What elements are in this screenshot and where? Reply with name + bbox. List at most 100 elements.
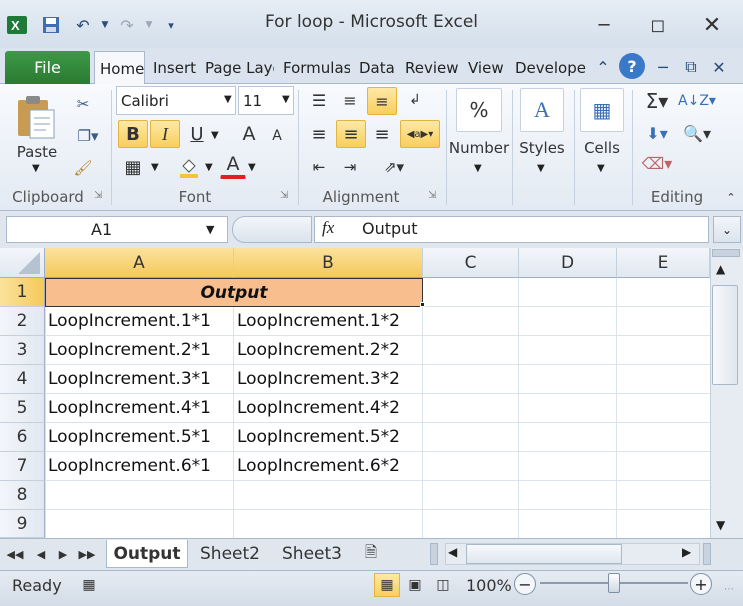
help-icon[interactable]: ? xyxy=(619,53,645,79)
underline-dropdown-icon[interactable]: ▼ xyxy=(211,130,219,141)
copy-icon[interactable]: ❐▾ xyxy=(70,123,106,149)
split-box[interactable] xyxy=(712,249,740,257)
file-tab[interactable]: File xyxy=(5,51,90,84)
font-name-dropdown-icon[interactable]: ▼ xyxy=(224,94,232,105)
cell-b5[interactable]: LoopIncrement.4*2 xyxy=(234,394,423,423)
tab-page-layout[interactable]: Page Layout xyxy=(200,53,274,83)
format-painter-icon[interactable]: 🖌 xyxy=(70,155,96,181)
tab-split-handle[interactable] xyxy=(430,543,438,565)
bold-button[interactable]: B xyxy=(118,120,148,148)
align-right-icon[interactable]: ≡ xyxy=(368,120,396,148)
cell-a6[interactable]: LoopIncrement.5*1 xyxy=(45,423,234,452)
scroll-down-icon[interactable]: ▼ xyxy=(716,518,725,532)
paste-icon[interactable] xyxy=(14,92,62,140)
workbook-close-icon[interactable]: ✕ xyxy=(706,54,732,80)
column-header-b[interactable]: B xyxy=(234,248,423,278)
align-center-icon[interactable]: ≡ xyxy=(336,120,366,148)
select-all-button[interactable] xyxy=(0,248,45,278)
minimize-ribbon-icon[interactable]: ⌃ xyxy=(590,54,616,80)
cells-icon[interactable]: ▦ xyxy=(580,88,624,132)
tab-home[interactable]: Home xyxy=(94,51,145,85)
row-header-6[interactable]: 6 xyxy=(0,423,45,452)
number-button[interactable]: Number xyxy=(448,139,510,157)
horizontal-scroll-thumb[interactable] xyxy=(466,544,622,564)
shrink-font-button[interactable]: A xyxy=(266,124,288,148)
column-header-a[interactable]: A xyxy=(45,248,234,278)
tab-review[interactable]: Review xyxy=(400,53,460,83)
cut-icon[interactable]: ✂ xyxy=(70,91,96,117)
normal-view-icon[interactable]: ▦ xyxy=(374,573,400,597)
insert-sheet-icon[interactable]: 🗎 xyxy=(354,540,388,568)
scroll-right-icon[interactable]: ▶ xyxy=(682,545,691,559)
cell-a3[interactable]: LoopIncrement.2*1 xyxy=(45,336,234,365)
formula-bar-divider[interactable] xyxy=(232,216,312,243)
tab-view[interactable]: View xyxy=(463,53,507,83)
cell-a4[interactable]: LoopIncrement.3*1 xyxy=(45,365,234,394)
next-sheet-icon[interactable]: ▶ xyxy=(54,544,72,564)
orientation-icon[interactable]: ⇗▾ xyxy=(376,154,412,180)
scroll-up-icon[interactable]: ▲ xyxy=(716,262,725,276)
first-sheet-icon[interactable]: ◀◀ xyxy=(6,544,24,564)
borders-dropdown-icon[interactable]: ▼ xyxy=(151,162,159,173)
cell-a2[interactable]: LoopIncrement.1*1 xyxy=(45,307,234,336)
fill-color-icon[interactable] xyxy=(176,154,202,180)
zoom-in-icon[interactable]: + xyxy=(690,573,712,595)
workbook-minimize-icon[interactable]: ─ xyxy=(650,54,676,80)
close-icon[interactable]: ✕ xyxy=(692,10,732,40)
row-header-2[interactable]: 2 xyxy=(0,307,45,336)
italic-button[interactable]: I xyxy=(150,120,180,148)
sort-filter-icon[interactable]: A↓Z▾ xyxy=(678,88,716,114)
cell-a5[interactable]: LoopIncrement.4*1 xyxy=(45,394,234,423)
font-color-dropdown-icon[interactable]: ▼ xyxy=(248,162,256,173)
cell-a7[interactable]: LoopIncrement.6*1 xyxy=(45,452,234,481)
cell-b6[interactable]: LoopIncrement.5*2 xyxy=(234,423,423,452)
workbook-restore-icon[interactable]: ⧉ xyxy=(678,54,704,80)
sheet-tab-output[interactable]: Output xyxy=(106,540,188,568)
middle-align-icon[interactable]: ≡ xyxy=(336,87,364,113)
tab-developer[interactable]: Developer xyxy=(510,53,586,83)
borders-icon[interactable]: ▦ xyxy=(120,154,146,180)
wrap-text-icon[interactable]: ↲ xyxy=(400,87,430,113)
tab-formulas[interactable]: Formulas xyxy=(278,53,350,83)
row-header-4[interactable]: 4 xyxy=(0,365,45,394)
page-layout-view-icon[interactable]: ▣ xyxy=(402,573,428,597)
fill-color-dropdown-icon[interactable]: ▼ xyxy=(205,162,213,173)
styles-dropdown-icon[interactable]: ▼ xyxy=(537,163,545,174)
insert-function-icon[interactable]: fx xyxy=(322,218,334,238)
tab-data[interactable]: Data xyxy=(354,53,396,83)
font-color-button[interactable]: A xyxy=(220,151,246,179)
fill-icon[interactable]: ⬇▾ xyxy=(640,120,674,146)
macro-record-icon[interactable]: ▦ xyxy=(76,573,102,597)
top-align-icon[interactable]: ☰ xyxy=(305,87,333,113)
font-name-combo[interactable]: Calibri xyxy=(116,86,236,115)
underline-button[interactable]: U xyxy=(184,120,210,148)
scroll-left-icon[interactable]: ◀ xyxy=(448,545,457,559)
font-size-dropdown-icon[interactable]: ▼ xyxy=(282,94,290,105)
styles-icon[interactable]: A xyxy=(520,88,564,132)
row-header-7[interactable]: 7 xyxy=(0,452,45,481)
expand-formula-bar-icon[interactable]: ⌄ xyxy=(713,216,741,243)
page-break-view-icon[interactable]: ◫ xyxy=(430,573,456,597)
cell-b7[interactable]: LoopIncrement.6*2 xyxy=(234,452,423,481)
sheet-tab-sheet2[interactable]: Sheet2 xyxy=(192,540,268,568)
find-select-icon[interactable]: 🔍▾ xyxy=(678,120,716,146)
vertical-scroll-thumb[interactable] xyxy=(712,285,738,385)
clipboard-launcher-icon[interactable]: ⇲ xyxy=(94,190,102,201)
increase-indent-icon[interactable]: ⇥ xyxy=(336,154,364,180)
paste-dropdown-icon[interactable]: ▼ xyxy=(32,163,40,174)
number-dropdown-icon[interactable]: ▼ xyxy=(474,163,482,174)
styles-button[interactable]: Styles xyxy=(514,139,570,157)
cell-b3[interactable]: LoopIncrement.2*2 xyxy=(234,336,423,365)
horizontal-split-box[interactable] xyxy=(703,543,711,565)
zoom-level[interactable]: 100% xyxy=(466,576,512,595)
clear-icon[interactable]: ⌫▾ xyxy=(640,150,674,176)
autosum-icon[interactable]: Σ▾ xyxy=(640,88,674,114)
column-header-c[interactable]: C xyxy=(423,248,519,278)
restore-icon[interactable]: ◻ xyxy=(638,10,678,40)
last-sheet-icon[interactable]: ▶▶ xyxy=(78,544,96,564)
zoom-out-icon[interactable]: − xyxy=(514,573,536,595)
grow-font-button[interactable]: A xyxy=(236,120,262,148)
merge-center-icon[interactable]: ◀a▶▾ xyxy=(400,120,440,148)
bottom-align-icon[interactable]: ≡ xyxy=(367,87,397,115)
font-launcher-icon[interactable]: ⇲ xyxy=(280,190,288,201)
